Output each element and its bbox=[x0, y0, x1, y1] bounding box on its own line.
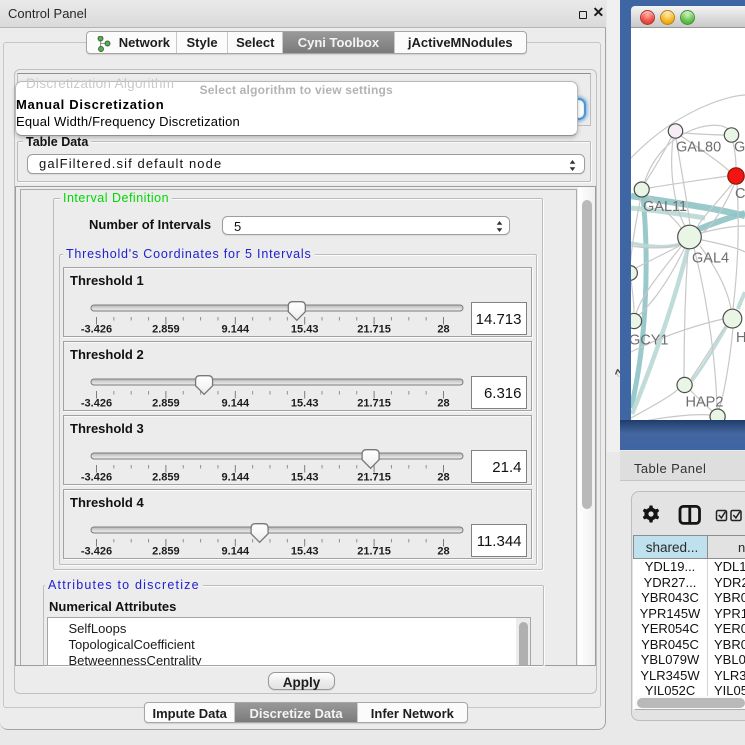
svg-text:GA: GA bbox=[734, 140, 745, 156]
svg-text:HI: HI bbox=[736, 330, 745, 346]
svg-text:GCY1: GCY1 bbox=[631, 333, 669, 349]
svg-text:GAL4: GAL4 bbox=[692, 251, 729, 267]
svg-text:HAP2: HAP2 bbox=[686, 395, 724, 411]
svg-text:GAL11: GAL11 bbox=[643, 199, 687, 215]
svg-text:GAL80: GAL80 bbox=[676, 140, 721, 156]
svg-text:CY: CY bbox=[735, 186, 745, 202]
